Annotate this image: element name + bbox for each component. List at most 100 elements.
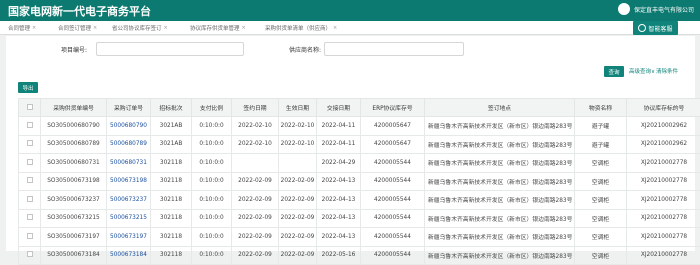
col-header[interactable]: ERP协议库存号 bbox=[361, 99, 425, 117]
breadcrumb-item-1[interactable]: 合同管理× bbox=[8, 24, 36, 32]
breadcrumb-item-3[interactable]: 省公司协议库存签订× bbox=[112, 24, 168, 32]
table-cell: 3021AB bbox=[151, 135, 192, 154]
table-cell: 新疆乌鲁木齐高新技术开发区（新市区）银边南路283号 bbox=[425, 117, 575, 136]
order-number-link[interactable]: 5000673197 bbox=[107, 228, 151, 247]
table-cell: 空调柜 bbox=[575, 209, 627, 228]
col-header[interactable]: 物资名称 bbox=[575, 99, 627, 117]
order-number-link[interactable]: 5000673237 bbox=[107, 191, 151, 210]
table-header-row: 采购供货单编号 采购订单号 招标批次 支付比例 签约日期 生效日期 交接日期 E… bbox=[19, 99, 700, 117]
table-cell: SO305000673215 bbox=[41, 209, 107, 228]
close-icon[interactable]: × bbox=[93, 25, 97, 31]
supply-order-table: 采购供货单编号 采购订单号 招标批次 支付比例 签约日期 生效日期 交接日期 E… bbox=[18, 98, 700, 265]
close-icon[interactable]: × bbox=[164, 25, 168, 31]
order-number-link[interactable]: 5000673198 bbox=[107, 172, 151, 191]
table-cell: XJ20210002778 bbox=[627, 154, 700, 173]
breadcrumb: 合同管理× 合同签订管理× 省公司协议库存签订× 协议库存供货单管理× 采购供货… bbox=[0, 21, 700, 35]
row-checkbox[interactable] bbox=[19, 246, 41, 265]
table-row[interactable]: SO30500067321550006732153021180:10:0:020… bbox=[19, 209, 700, 228]
table-cell: 2022-02-09 bbox=[232, 191, 279, 210]
table-cell: 302118 bbox=[151, 191, 192, 210]
table-cell: 2022-04-13 bbox=[317, 172, 361, 191]
table-cell: XJ20210002778 bbox=[627, 191, 700, 210]
table-cell: 4200005544 bbox=[361, 154, 425, 173]
table-cell: XJ20210002778 bbox=[627, 228, 700, 247]
row-checkbox[interactable] bbox=[19, 191, 41, 210]
table-cell: 2022-02-09 bbox=[279, 209, 317, 228]
col-header[interactable]: 签约日期 bbox=[232, 99, 279, 117]
table-row[interactable]: SO30500067319850006731983021180:10:0:020… bbox=[19, 172, 700, 191]
table-cell: 2022-02-09 bbox=[279, 228, 317, 247]
row-checkbox[interactable] bbox=[19, 154, 41, 173]
col-header[interactable]: 采购供货单编号 bbox=[41, 99, 107, 117]
table-cell: 0:10:0:0 bbox=[192, 209, 232, 228]
row-checkbox[interactable] bbox=[19, 209, 41, 228]
row-checkbox[interactable] bbox=[19, 117, 41, 136]
close-icon[interactable]: × bbox=[242, 25, 246, 31]
table-cell: 4200005544 bbox=[361, 172, 425, 191]
select-all-checkbox[interactable] bbox=[19, 99, 41, 117]
order-number-link[interactable]: 5000673215 bbox=[107, 209, 151, 228]
table-cell: 2022-02-09 bbox=[232, 228, 279, 247]
table-cell: 302118 bbox=[151, 228, 192, 247]
table-cell: 0:10:0:0 bbox=[192, 135, 232, 154]
table-cell: XJ20210002778 bbox=[627, 172, 700, 191]
col-header[interactable]: 交接日期 bbox=[317, 99, 361, 117]
table-row[interactable]: SO30500068078950006807893021AB0:10:0:020… bbox=[19, 135, 700, 154]
table-row[interactable]: SO30500067319750006731973021180:10:0:020… bbox=[19, 228, 700, 247]
user-info[interactable]: 保定直丰电气有限公司 bbox=[618, 3, 694, 15]
col-header[interactable]: 生效日期 bbox=[279, 99, 317, 117]
table-cell: SO305000673237 bbox=[41, 191, 107, 210]
breadcrumb-item-4[interactable]: 协议库存供货单管理× bbox=[190, 24, 246, 32]
table-row[interactable]: SO30500067318450006731843021180:10:0:020… bbox=[19, 246, 700, 265]
table-cell: 4200005647 bbox=[361, 135, 425, 154]
table-cell: 2022-02-10 bbox=[279, 117, 317, 136]
query-button[interactable]: 查询 bbox=[604, 66, 624, 77]
row-checkbox[interactable] bbox=[19, 172, 41, 191]
row-checkbox[interactable] bbox=[19, 228, 41, 247]
ai-service-button[interactable]: 智能客服 bbox=[633, 21, 678, 35]
table-cell: 0:10:0:0 bbox=[192, 154, 232, 173]
table-cell: 2022-02-09 bbox=[279, 191, 317, 210]
supplier-name-input[interactable] bbox=[324, 42, 464, 56]
order-number-link[interactable]: 5000680731 bbox=[107, 154, 151, 173]
table-cell: 空调柜 bbox=[575, 172, 627, 191]
row-checkbox[interactable] bbox=[19, 135, 41, 154]
table-cell: 避子罐 bbox=[575, 135, 627, 154]
project-number-input[interactable] bbox=[96, 42, 244, 56]
table-cell: SO305000673184 bbox=[41, 246, 107, 265]
table-row[interactable]: SO30500068079050006807903021AB0:10:0:020… bbox=[19, 117, 700, 136]
table-row[interactable]: SO30500067323750006732373021180:10:0:020… bbox=[19, 191, 700, 210]
table-cell: XJ20210002962 bbox=[627, 135, 700, 154]
close-icon[interactable]: × bbox=[32, 25, 36, 31]
table-cell: 空调柜 bbox=[575, 154, 627, 173]
advanced-query-link[interactable]: 高级查询∨ bbox=[629, 67, 655, 75]
robot-icon bbox=[638, 24, 646, 32]
col-header[interactable]: 签订地点 bbox=[425, 99, 575, 117]
col-header[interactable]: 采购订单号 bbox=[107, 99, 151, 117]
table-cell: 2022-02-10 bbox=[232, 135, 279, 154]
user-name: 保定直丰电气有限公司 bbox=[634, 5, 694, 14]
col-header[interactable]: 招标批次 bbox=[151, 99, 192, 117]
breadcrumb-item-5[interactable]: 采购供货单清单（供应商）× bbox=[265, 24, 337, 32]
order-number-link[interactable]: 5000680790 bbox=[107, 117, 151, 136]
export-button[interactable]: 导出 bbox=[18, 82, 38, 93]
supplier-name-label: 供应商名称: bbox=[289, 45, 321, 54]
close-icon[interactable]: × bbox=[333, 25, 337, 31]
clear-conditions-link[interactable]: 清除条件 bbox=[656, 67, 678, 75]
table-cell: XJ20210002778 bbox=[627, 209, 700, 228]
table-cell: 0:10:0:0 bbox=[192, 172, 232, 191]
table-cell: SO305000680790 bbox=[41, 117, 107, 136]
col-header[interactable]: 支付比例 bbox=[192, 99, 232, 117]
table-cell: 新疆乌鲁木齐高新技术开发区（新市区）银边南路283号 bbox=[425, 228, 575, 247]
table-cell: 新疆乌鲁木齐高新技术开发区（新市区）银边南路283号 bbox=[425, 154, 575, 173]
table-cell: 2022-02-09 bbox=[232, 172, 279, 191]
breadcrumb-item-2[interactable]: 合同签订管理× bbox=[58, 24, 97, 32]
table-row[interactable]: SO30500068073150006807313021180:10:0:020… bbox=[19, 154, 700, 173]
table-cell: 4200005544 bbox=[361, 191, 425, 210]
order-number-link[interactable]: 5000673184 bbox=[107, 246, 151, 265]
col-header[interactable]: 协议库存标的号 bbox=[627, 99, 700, 117]
table-cell: SO305000680789 bbox=[41, 135, 107, 154]
table-cell: 2022-04-13 bbox=[317, 191, 361, 210]
table-cell: 避子罐 bbox=[575, 117, 627, 136]
order-number-link[interactable]: 5000680789 bbox=[107, 135, 151, 154]
